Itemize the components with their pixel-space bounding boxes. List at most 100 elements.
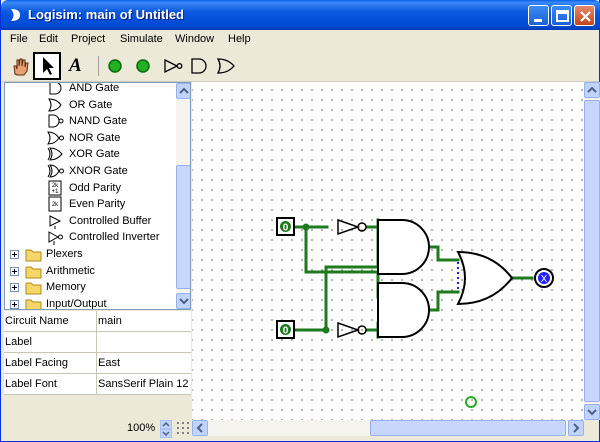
attr-row-label-font[interactable]: Label Font SansSerif Plain 12 (4, 374, 191, 395)
attr-row-circuit-name[interactable]: Circuit Name main (4, 311, 191, 332)
logisim-app-icon (11, 9, 20, 21)
zoom-spinner[interactable] (160, 420, 172, 438)
or-gate-icon (216, 58, 235, 74)
attr-row-label[interactable]: Label (4, 332, 191, 353)
tree-item-or-gate[interactable]: OR Gate (47, 97, 175, 114)
tree-item-nor-gate[interactable]: NOR Gate (47, 130, 175, 147)
menu-file[interactable]: File (10, 33, 28, 45)
input-a-value: 0 (283, 223, 289, 234)
not-gate-icon (164, 58, 183, 74)
explorer-scroll-up-button[interactable] (176, 83, 190, 99)
expand-plus-icon[interactable] (9, 246, 21, 263)
canvas-scroll-right-button[interactable] (568, 420, 584, 436)
not-gate-top[interactable] (337, 218, 367, 236)
input-pin-b[interactable]: 0 (276, 320, 295, 339)
controlled-inverter-icon (48, 231, 63, 246)
menu-project[interactable]: Project (71, 33, 105, 45)
expand-plus-icon[interactable] (9, 296, 21, 310)
tree-folder-label: Memory (46, 281, 86, 294)
wire-and2-to-or (425, 290, 460, 312)
menu-edit[interactable]: Edit (39, 33, 58, 45)
select-tool-button[interactable] (33, 52, 61, 80)
tree-item-label: NAND Gate (69, 115, 128, 128)
canvas-scroll-left-button[interactable] (192, 420, 208, 436)
wire-junction (302, 223, 310, 231)
pin-placement-cursor (465, 396, 477, 408)
wire-a-to-and2 (304, 225, 380, 299)
tree-item-and-gate[interactable]: AND Gate (47, 83, 175, 97)
title-bar[interactable]: Logisim: main of Untitled (1, 0, 600, 30)
close-button[interactable] (574, 5, 595, 26)
menu-simulate[interactable]: Simulate (120, 33, 163, 45)
folder-icon (25, 282, 42, 295)
canvas-hscroll-thumb[interactable] (370, 420, 566, 436)
and-gate-top[interactable] (377, 219, 430, 275)
tree-item-nand-gate[interactable]: NAND Gate (47, 113, 175, 130)
poke-tool-button[interactable] (6, 52, 34, 80)
chevron-left-icon (196, 423, 203, 433)
xor-gate-icon (47, 147, 63, 161)
canvas-vscroll-thumb[interactable] (584, 100, 600, 402)
wire-junction (322, 326, 330, 334)
attr-row-label-facing[interactable]: Label Facing East (4, 353, 191, 374)
tree-item-controlled-buffer[interactable]: Controlled Buffer (47, 213, 175, 230)
tree-item-even-parity[interactable]: 2k Even Parity (47, 196, 175, 213)
and-gate-icon (49, 83, 62, 95)
tree-item-label: Even Parity (69, 198, 126, 211)
tree-item-label: Controlled Inverter (69, 231, 160, 244)
menu-window[interactable]: Window (175, 33, 214, 45)
attr-value[interactable]: East (98, 357, 120, 369)
close-icon (580, 11, 591, 22)
tree-folder-label: Plexers (46, 248, 83, 260)
tree-item-label: Controlled Buffer (69, 214, 152, 227)
minimize-button[interactable] (528, 5, 549, 26)
canvas-scroll-down-button[interactable] (584, 404, 600, 420)
expand-plus-icon[interactable] (9, 263, 21, 280)
and-gate-bottom[interactable] (377, 282, 430, 338)
chevron-right-icon (573, 423, 580, 433)
explorer-scroll-thumb[interactable] (176, 165, 190, 289)
output-pin[interactable]: X (534, 268, 554, 288)
text-tool-button[interactable]: A (62, 52, 90, 80)
tree-item-label: OR Gate (69, 98, 113, 111)
input-pin-a[interactable]: 0 (276, 217, 295, 236)
expand-plus-icon[interactable] (9, 279, 21, 296)
arrow-pointer-icon (43, 57, 54, 75)
circuit-canvas[interactable]: 0 0 X (192, 82, 584, 420)
and-gate-icon (191, 58, 207, 74)
chevron-up-icon (587, 86, 597, 93)
add-not-gate-button[interactable] (159, 52, 187, 80)
tree-folder-input-output[interactable]: Input/Output (7, 296, 175, 310)
tree-folder-label: Input/Output (46, 297, 107, 310)
minimize-icon (534, 19, 542, 22)
svg-text:2k: 2k (52, 202, 59, 208)
maximize-button[interactable] (551, 5, 572, 26)
tree-item-xor-gate[interactable]: XOR Gate (47, 146, 175, 163)
attr-value[interactable]: main (98, 315, 122, 327)
explorer-scroll-down-button[interactable] (176, 293, 190, 309)
canvas-horizontal-scrollbar[interactable] (192, 420, 584, 436)
input-b-value: 0 (283, 326, 289, 337)
tree-folder-plexers[interactable]: Plexers (7, 246, 175, 263)
add-and-gate-button[interactable] (185, 52, 213, 80)
add-or-gate-button[interactable] (212, 52, 240, 80)
tree-folder-arithmetic[interactable]: Arithmetic (7, 263, 175, 280)
menu-help[interactable]: Help (228, 33, 251, 45)
not-gate-bottom[interactable] (337, 321, 367, 339)
chevron-up-icon (179, 87, 189, 94)
add-output-pin-button[interactable] (129, 52, 157, 80)
or-gate[interactable] (456, 250, 514, 306)
grid-toggle-icon[interactable] (176, 421, 190, 435)
nand-gate-icon (48, 114, 64, 128)
canvas-scroll-up-button[interactable] (584, 82, 600, 98)
tree-item-odd-parity[interactable]: 2k +1 Odd Parity (47, 180, 175, 197)
tree-item-xnor-gate[interactable]: XNOR Gate (47, 163, 175, 180)
tree-item-label: Odd Parity (69, 181, 121, 194)
tree-item-controlled-inverter[interactable]: Controlled Inverter (47, 229, 175, 246)
window-title: Logisim: main of Untitled (28, 7, 184, 22)
canvas-vertical-scrollbar[interactable] (584, 82, 600, 420)
tree-folder-memory[interactable]: Memory (7, 279, 175, 296)
attr-value[interactable]: SansSerif Plain 12 (98, 378, 189, 390)
add-input-pin-button[interactable] (101, 52, 129, 80)
explorer-vertical-scrollbar[interactable] (176, 83, 190, 309)
